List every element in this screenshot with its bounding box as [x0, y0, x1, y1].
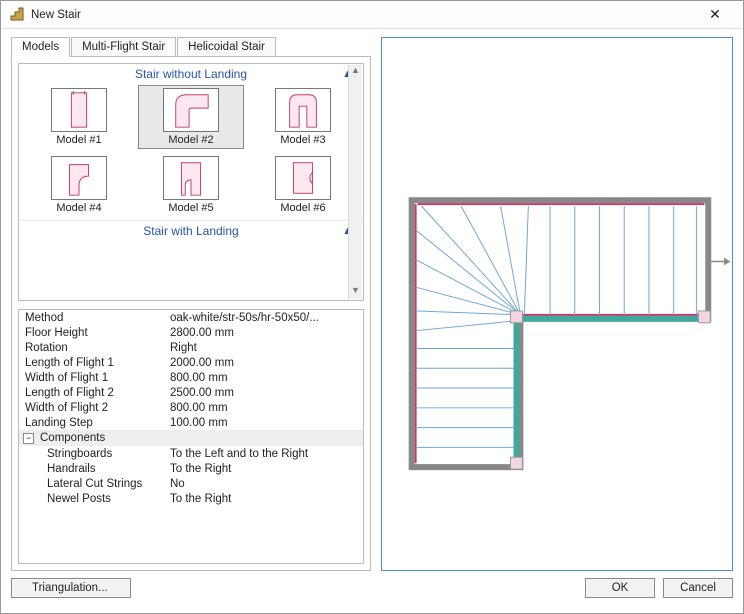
prop-value[interactable]: 100.00 mm [170, 417, 359, 429]
prop-value[interactable]: No [170, 478, 359, 490]
model-6-label: Model #6 [251, 202, 355, 214]
model-2-label: Model #2 [139, 134, 243, 146]
group-header-without-landing[interactable]: Stair without Landing ▲ [19, 64, 363, 86]
prop-key: Landing Step [25, 417, 170, 429]
prop-value[interactable]: To the Right [170, 493, 359, 505]
window-title: New Stair [31, 9, 695, 21]
ok-button[interactable]: OK [585, 578, 655, 598]
prop-value[interactable]: 2000.00 mm [170, 357, 359, 369]
stair-preview [381, 37, 733, 571]
model-5-thumb [163, 156, 219, 200]
scroll-down-icon: ▼ [349, 285, 362, 299]
model-4-thumb [51, 156, 107, 200]
model-1-thumb [51, 88, 107, 132]
prop-key: Stringboards [25, 448, 170, 460]
close-button[interactable]: ✕ [695, 6, 735, 23]
prop-value[interactable]: oak-white/str-50s/hr-50x50/... [170, 312, 359, 324]
prop-value[interactable]: 800.00 mm [170, 372, 359, 384]
prop-key: Lateral Cut Strings [25, 478, 170, 490]
model-3-label: Model #3 [251, 134, 355, 146]
model-1[interactable]: Model #1 [27, 86, 131, 148]
prop-key: Width of Flight 2 [25, 402, 170, 414]
scroll-up-icon: ▲ [349, 65, 362, 79]
model-5[interactable]: Model #5 [139, 154, 243, 216]
model-1-label: Model #1 [27, 134, 131, 146]
prop-key: Rotation [25, 342, 170, 354]
model-3-thumb [275, 88, 331, 132]
prop-value[interactable]: Right [170, 342, 359, 354]
model-5-label: Model #5 [139, 202, 243, 214]
prop-key: Length of Flight 1 [25, 357, 170, 369]
model-4[interactable]: Model #4 [27, 154, 131, 216]
collapse-icon: − [23, 433, 34, 444]
tab-multi-flight[interactable]: Multi-Flight Stair [71, 37, 176, 57]
tab-models[interactable]: Models [11, 37, 70, 57]
cancel-button[interactable]: Cancel [663, 578, 733, 598]
prop-key: Width of Flight 1 [25, 372, 170, 384]
model-list: Stair without Landing ▲ Model #1 [18, 63, 364, 301]
model-3[interactable]: Model #3 [251, 86, 355, 148]
prop-key: Method [25, 312, 170, 324]
prop-key: Length of Flight 2 [25, 387, 170, 399]
prop-key: Handrails [25, 463, 170, 475]
group-title: Stair without Landing [135, 67, 247, 81]
prop-value[interactable]: 2800.00 mm [170, 327, 359, 339]
model-2[interactable]: Model #2 [138, 85, 244, 149]
prop-value[interactable]: To the Left and to the Right [170, 448, 359, 460]
prop-value[interactable]: 800.00 mm [170, 402, 359, 414]
prop-value[interactable]: 2500.00 mm [170, 387, 359, 399]
model-6-thumb [275, 156, 331, 200]
prop-value[interactable]: To the Right [170, 463, 359, 475]
triangulation-button[interactable]: Triangulation... [11, 578, 131, 598]
group-title: Stair with Landing [143, 224, 238, 238]
prop-group-components[interactable]: − Components [19, 430, 363, 446]
models-panel: Stair without Landing ▲ Model #1 [11, 56, 371, 571]
model-list-scrollbar[interactable]: ▲ ▼ [348, 65, 362, 299]
model-2-thumb [163, 88, 219, 132]
tab-helicoidal[interactable]: Helicoidal Stair [177, 37, 276, 57]
prop-key: Newel Posts [25, 493, 170, 505]
prop-key: Floor Height [25, 327, 170, 339]
model-4-label: Model #4 [27, 202, 131, 214]
prop-group-label: Components [40, 432, 105, 444]
app-icon [9, 7, 25, 23]
group-header-with-landing[interactable]: Stair with Landing ▲ [19, 220, 363, 243]
model-6[interactable]: Model #6 [251, 154, 355, 216]
properties-grid[interactable]: Methodoak-white/str-50s/hr-50x50/... Flo… [18, 309, 364, 564]
